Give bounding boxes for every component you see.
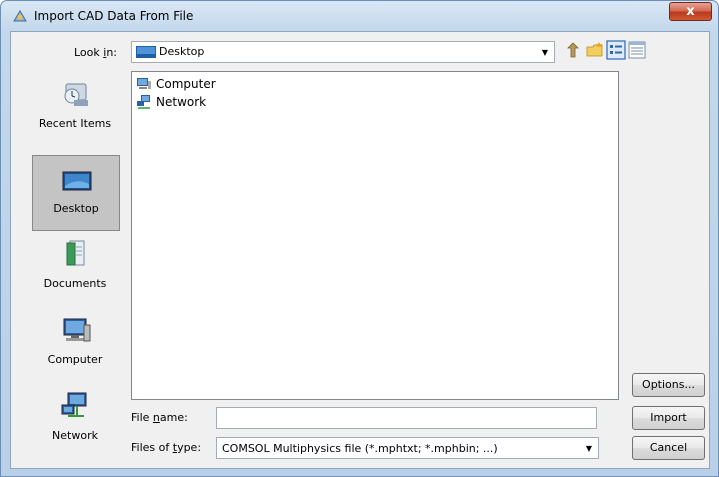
look-in-dropdown[interactable]: Desktop ▼ [131,41,555,63]
window-title: Import CAD Data From File [34,9,194,23]
file-type-value: COMSOL Multiphysics file (*.mphtxt; *.mp… [222,442,498,455]
place-label: Desktop [53,202,99,215]
recent-items-icon [64,83,88,106]
close-button[interactable]: x [669,2,712,21]
place-network[interactable]: Network [32,383,120,459]
import-button[interactable]: Import [632,406,705,430]
options-button[interactable]: Options... [632,373,705,397]
documents-icon [66,240,85,266]
place-label: Computer [47,353,103,366]
place-computer[interactable]: Computer [32,307,120,383]
dialog-window: Import CAD Data From File x Look in: Des… [0,0,719,477]
title-bar[interactable]: Import CAD Data From File x [1,1,718,31]
new-folder-icon[interactable] [585,40,605,60]
places-bar: Recent Items Desktop Documents Computer … [13,71,120,467]
list-item[interactable]: Computer [136,76,216,92]
computer-icon [63,318,91,342]
file-type-label: Files of type: [131,441,202,454]
computer-icon [137,78,151,89]
cad-import-icon [13,10,27,22]
file-type-dropdown[interactable]: COMSOL Multiphysics file (*.mphtxt; *.mp… [216,437,599,459]
place-label: Network [52,429,98,442]
list-item[interactable]: Network [136,94,206,110]
network-icon [61,392,87,417]
look-in-label: Look in: [74,46,118,59]
file-list[interactable]: Computer Network [131,71,619,400]
cancel-button[interactable]: Cancel [632,436,705,460]
list-item-label: Computer [156,77,216,91]
dialog-client-area: Look in: Desktop ▼ Recent Items Desktop … [10,31,710,469]
place-documents[interactable]: Documents [32,231,120,307]
details-view-icon[interactable] [627,40,647,60]
place-label: Recent Items [38,117,112,130]
place-label: Documents [43,277,107,290]
list-item-label: Network [156,95,207,109]
place-recent-items[interactable]: Recent Items [32,71,120,147]
chevron-down-icon[interactable]: ▼ [580,438,598,458]
file-name-input[interactable] [216,407,597,429]
place-desktop[interactable]: Desktop [32,155,120,231]
desktop-icon [62,171,92,191]
network-icon [137,95,150,109]
list-view-icon[interactable] [606,40,626,60]
chevron-down-icon[interactable]: ▼ [536,42,554,62]
desktop-icon [136,46,156,58]
look-in-value: Desktop [159,45,205,58]
file-name-label: File name: [131,411,188,424]
up-folder-icon[interactable] [565,40,585,60]
